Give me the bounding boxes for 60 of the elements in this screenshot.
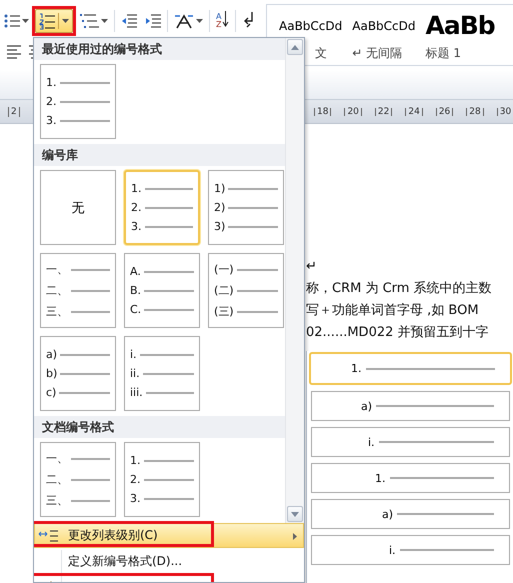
numbering-format-option[interactable]: 1. 2. 3.	[124, 442, 200, 517]
ruler-number: 22	[374, 108, 392, 116]
numbering-format-option[interactable]: A. B. C.	[124, 253, 200, 328]
section-header: 文档编号格式	[34, 416, 285, 438]
numbering-format-option[interactable]: 无	[40, 170, 116, 245]
asian-layout-icon[interactable]	[174, 12, 194, 30]
style-name[interactable]: 标题 1	[426, 45, 495, 62]
ruler-number: 30	[496, 108, 513, 116]
ruler-number: 2	[8, 106, 20, 116]
section-header: 最近使用过的编号格式	[34, 38, 285, 60]
caret-icon	[196, 19, 203, 23]
numbering-format-option[interactable]: 1. 2. 3.	[124, 170, 200, 245]
style-preview[interactable]: AaBb	[426, 13, 495, 39]
numbering-format-option[interactable]: 1) 2) 3)	[208, 170, 284, 245]
triangle-down-icon	[291, 512, 299, 516]
numbering-format-option[interactable]: (一) (二) (三)	[208, 253, 284, 328]
document-text: 02......MD022 并预留五到十字	[306, 324, 490, 342]
document-text: 称，CRM 为 Crm 系统中的主数	[306, 280, 493, 298]
scroll-down-button[interactable]	[287, 506, 303, 522]
submenu-arrow-icon	[293, 532, 297, 540]
document-text: 写＋功能单词首字母 ,如 BOM	[306, 302, 480, 320]
numbering-format-option[interactable]: 一、 二、 三、	[40, 253, 116, 328]
paragraph-mark: ↵	[306, 258, 318, 276]
caret-icon	[101, 19, 108, 23]
align-left-icon[interactable]	[6, 45, 22, 59]
numbering-format-option[interactable]: 一、 二、 三、	[40, 442, 116, 517]
numbering-format-option[interactable]: 1. 2. 3.	[40, 64, 116, 139]
section-header: 编号库	[34, 144, 285, 166]
numbering-format-option[interactable]: a) b) c)	[40, 336, 116, 411]
list-level-option[interactable]: 1.	[311, 463, 510, 493]
list-level-option[interactable]: i.	[311, 427, 510, 457]
caret-icon	[22, 19, 29, 23]
ruler-number: 26	[436, 108, 454, 116]
align-center-icon[interactable]	[29, 45, 33, 59]
list-level-option[interactable]: a)	[311, 499, 510, 529]
menu-item[interactable]: 定义新编号格式(D)...	[34, 549, 304, 574]
triangle-up-icon	[291, 44, 299, 50]
list-level-option[interactable]: i.	[311, 535, 510, 565]
list-level-option[interactable]: 1.	[309, 352, 512, 385]
ruler-number: 24	[405, 108, 423, 116]
style-preview[interactable]: AaBbCcDd	[352, 13, 416, 39]
down-arrow-icon	[222, 10, 230, 28]
caret-icon	[62, 19, 69, 23]
bullet-list-icon[interactable]	[4, 13, 20, 29]
scroll-up-button[interactable]	[287, 39, 303, 55]
sort-button[interactable]: A Z	[216, 10, 230, 32]
ruler-number: 20	[344, 108, 362, 116]
numbered-list-icon	[39, 12, 55, 30]
decrease-indent-icon[interactable]	[121, 13, 137, 29]
list-level-option[interactable]: a)	[311, 391, 510, 421]
scrollbar[interactable]	[285, 38, 304, 523]
numbering-format-option[interactable]: i. ii. iii.	[124, 336, 200, 411]
style-name[interactable]: 文	[315, 45, 342, 62]
style-preview[interactable]: AaBbCcDd	[279, 13, 342, 39]
list-level-icon	[38, 530, 58, 542]
ruler-number: 18	[314, 108, 332, 116]
multilevel-list-icon[interactable]	[79, 12, 99, 30]
style-name[interactable]: ↵ 无间隔	[352, 45, 416, 62]
increase-indent-icon[interactable]	[145, 13, 161, 29]
ruler-number: 28	[466, 108, 484, 116]
